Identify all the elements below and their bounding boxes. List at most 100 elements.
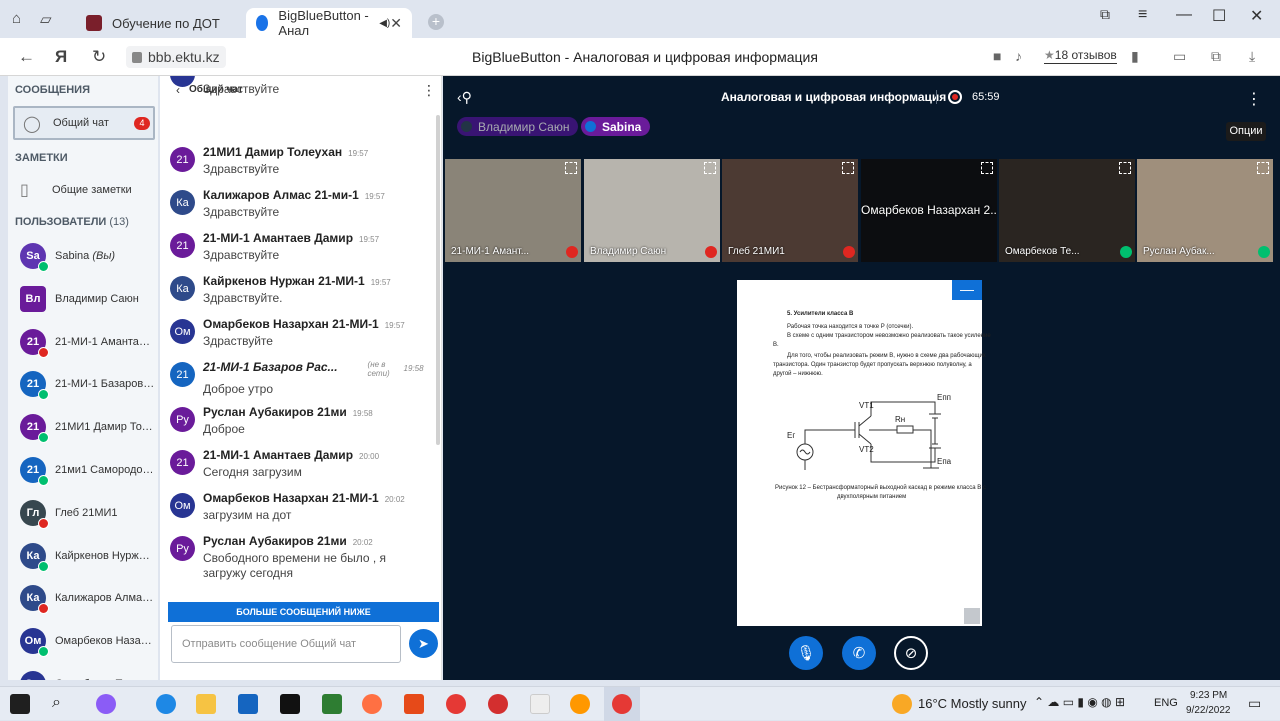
new-tab-icon[interactable]: + xyxy=(428,14,444,30)
user-name-text: Глеб 21МИ1 xyxy=(55,506,118,519)
avatar: 21 xyxy=(170,450,195,475)
firefox-icon[interactable] xyxy=(362,694,382,714)
expand-video-icon[interactable] xyxy=(704,162,716,174)
leave-audio-button[interactable]: ✆ xyxy=(842,636,876,670)
talker-pill-presenter[interactable]: Владимир Саюн xyxy=(457,117,579,136)
fullscreen-presentation-icon[interactable] xyxy=(964,608,980,624)
bookmarks-bar-icon[interactable]: ⧉ xyxy=(1100,6,1110,23)
user-list-item[interactable]: Гл Глеб 21МИ1 xyxy=(20,496,158,532)
clock-time[interactable]: 9:23 PM xyxy=(1190,690,1227,701)
windows-taskbar: ⌕ 16°C Mostly sunny ⌃ ☁ ▭ ▮ ◉ ◍ ⊞ ENG 9:… xyxy=(0,686,1280,721)
edge-icon[interactable] xyxy=(156,694,176,714)
expand-video-icon[interactable] xyxy=(565,162,577,174)
mute-microphone-button[interactable]: 🎙 xyxy=(789,636,823,670)
bookmark-icon[interactable]: ▮ xyxy=(1131,48,1139,65)
weather-icon[interactable] xyxy=(892,694,912,714)
app-circle-icon[interactable] xyxy=(96,694,116,714)
chat-scrollbar[interactable] xyxy=(436,115,440,445)
user-list-item[interactable]: 2121-МИ-1 Базаров Расул xyxy=(20,367,158,403)
avatar: Ом xyxy=(20,671,46,680)
webcam-tile[interactable]: 21-МИ-1 Амант... xyxy=(445,159,581,262)
reload-icon[interactable]: ↻ xyxy=(92,47,106,67)
user-list-item[interactable]: 2121ми1 Самородов Иван xyxy=(20,453,158,489)
recording-indicator-icon[interactable] xyxy=(948,90,962,104)
file-explorer-icon[interactable] xyxy=(196,694,216,714)
minimize-presentation-button[interactable]: — xyxy=(952,280,982,300)
user-name-text: 21ми1 Самородов Иван xyxy=(55,464,155,476)
user-list-item[interactable]: Вл Владимир Саюн xyxy=(20,282,158,318)
message-sender: Омарбеков Назархан 21-МИ-1 20:02 xyxy=(203,491,405,505)
windows-start-icon[interactable] xyxy=(10,694,30,714)
user-list-item[interactable]: Sa Sabina (Вы) xyxy=(20,239,158,275)
users-heading-label: ПОЛЬЗОВАТЕЛИ xyxy=(15,216,107,228)
reviews-link[interactable]: ★18 отзывов xyxy=(1044,48,1117,64)
chat-message-input[interactable]: Отправить сообщение Общий чат xyxy=(171,625,401,663)
notes-heading: ЗАМЕТКИ xyxy=(15,152,68,164)
tab-bigbluebutton[interactable]: BigBlueButton - Анал ◀) ✕ xyxy=(246,8,412,38)
options-icon[interactable]: ⋮ xyxy=(1246,89,1262,109)
tray-icons[interactable]: ⌃ ☁ ▭ ▮ ◉ ◍ ⊞ xyxy=(1034,695,1125,709)
microphone-icon[interactable]: ♪ xyxy=(1015,48,1022,64)
webcam-tile[interactable]: Омарбеков Те... xyxy=(999,159,1135,262)
notepad-icon[interactable] xyxy=(530,694,550,714)
user-list-item[interactable]: 2121-МИ-1 Амантаев Дамир xyxy=(20,325,158,361)
close-window-icon[interactable]: ✕ xyxy=(1250,6,1263,26)
avatar: Ка xyxy=(170,276,195,301)
audio-status-icon xyxy=(38,346,49,358)
send-message-button[interactable]: ➤ xyxy=(409,629,438,658)
yandex-icon[interactable]: Я xyxy=(55,47,67,67)
notifications-icon[interactable]: ▭ xyxy=(1248,695,1261,712)
active-yandex-taskbar-item[interactable] xyxy=(604,687,640,721)
expand-video-icon[interactable] xyxy=(842,162,854,174)
menu-icon[interactable]: ≡ xyxy=(1138,6,1147,24)
share-webcam-button[interactable]: ⊘ xyxy=(894,636,928,670)
talker-pill-self[interactable]: Sabina xyxy=(581,117,651,136)
user-list-sidebar: СООБЩЕНИЯ ◯ Общий чат 4 ЗАМЕТКИ ▯ Общие … xyxy=(8,76,158,680)
office-icon[interactable] xyxy=(404,694,424,714)
mail-icon[interactable] xyxy=(238,694,258,714)
expand-video-icon[interactable] xyxy=(1119,162,1131,174)
user-list-item[interactable]: 2121МИ1 Дамир Толеухан xyxy=(20,410,158,446)
yandex-browser-icon[interactable] xyxy=(446,694,466,714)
user-list-item[interactable]: КаКалижаров Алмас 21-ми-1 xyxy=(20,581,158,617)
media-icon[interactable] xyxy=(570,694,590,714)
clock-date[interactable]: 9/22/2022 xyxy=(1186,705,1231,716)
url-field[interactable]: bbb.ektu.kz xyxy=(126,46,226,68)
back-icon[interactable]: ← xyxy=(18,47,35,67)
home-icon[interactable]: ⌂ xyxy=(12,10,21,27)
message-sender: 21МИ1 Дамир Толеухан 19:57 xyxy=(203,145,368,159)
user-list-item[interactable]: ОмОмарбеков Назархан 21-МИ-1 xyxy=(20,624,158,660)
more-messages-below-button[interactable]: БОЛЬШЕ СООБЩЕНИЙ НИЖЕ xyxy=(168,602,439,622)
tab-panel-icon[interactable]: ▱ xyxy=(40,10,52,28)
webcam-tile[interactable]: Омарбеков Назархан 2... xyxy=(861,159,997,262)
game-icon[interactable] xyxy=(322,694,342,714)
public-chat-item[interactable]: ◯ Общий чат 4 xyxy=(13,106,155,140)
toggle-userlist-icon[interactable]: ‹⚲ xyxy=(457,89,472,106)
close-tab-icon[interactable]: ✕ xyxy=(390,15,402,32)
tab-dot-learning[interactable]: Обучение по ДОТ xyxy=(76,8,246,38)
webcam-tile[interactable]: Глеб 21МИ1 xyxy=(722,159,858,262)
sender-name: 21-МИ-1 Амантаев Дамир xyxy=(203,231,354,245)
vt2-label: VT2 xyxy=(859,445,874,454)
search-icon[interactable]: ⌕ xyxy=(52,694,72,714)
webcam-tile[interactable]: Руслан Аубак... xyxy=(1137,159,1273,262)
terminal-icon[interactable] xyxy=(280,694,300,714)
message-text: Доброе xyxy=(203,422,245,436)
message-sender: 21-МИ-1 Амантаев Дамир 19:57 xyxy=(203,231,379,245)
extensions-icon[interactable]: ⧉ xyxy=(1211,48,1221,65)
language-indicator[interactable]: ENG xyxy=(1154,697,1178,709)
minimize-icon[interactable]: — xyxy=(1176,6,1192,24)
expand-video-icon[interactable] xyxy=(1257,162,1269,174)
message-time: 19:57 xyxy=(348,149,369,158)
expand-video-icon[interactable] xyxy=(981,162,993,174)
download-icon[interactable]: ⤓ xyxy=(1249,48,1255,65)
message-text: Доброе утро xyxy=(203,382,274,396)
opera-icon[interactable] xyxy=(488,694,508,714)
webcam-tile[interactable]: Владимир Саюн xyxy=(584,159,720,262)
user-list-item[interactable]: КаКайркенов Нуржан 21-МИ-1 xyxy=(20,539,158,575)
maximize-icon[interactable]: ☐ xyxy=(1212,6,1226,26)
user-list-item[interactable]: Ом Омарбеков Темирлан xyxy=(20,667,158,680)
camera-icon[interactable]: ■ xyxy=(993,48,1001,64)
shared-notes-item[interactable]: ▯ Общие заметки xyxy=(20,180,132,200)
weather-text[interactable]: 16°C Mostly sunny xyxy=(918,696,1027,711)
